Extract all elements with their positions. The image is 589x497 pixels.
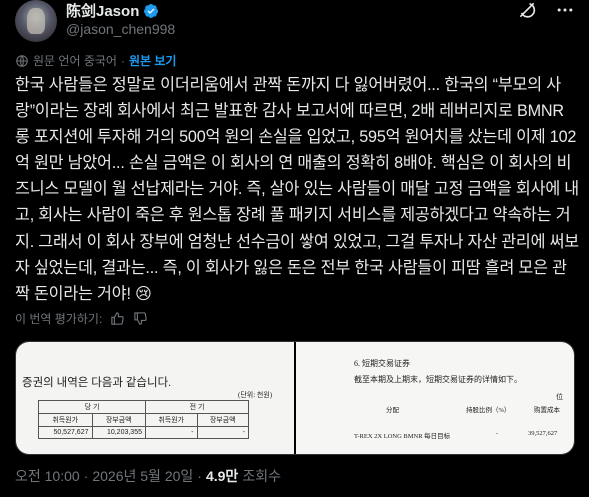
meta-separator-2: · bbox=[197, 468, 202, 484]
row-dash-2: - bbox=[196, 426, 249, 439]
sub-cost-1: 취득원가 bbox=[38, 413, 93, 427]
doc-table: 당 기 전 기 취득원가 장부금액 취득원가 장부금액 50,527,627 1… bbox=[38, 400, 249, 439]
doc-cn-col-cost: 购置成本 bbox=[534, 407, 560, 414]
translation-source-label: 원문 언어 중국어 bbox=[33, 54, 117, 68]
doc-cn-row-value: 39,527,627 bbox=[528, 430, 558, 437]
doc-cn-col-ratio: 持股比例（%） bbox=[466, 407, 511, 414]
col-prior: 전 기 bbox=[145, 400, 249, 414]
doc-cn-row-dash: - bbox=[496, 430, 499, 437]
header-actions bbox=[517, 0, 575, 20]
row-dash-1: - bbox=[145, 426, 198, 439]
translation-separator: · bbox=[120, 53, 125, 68]
view-count-label: 조회수 bbox=[242, 468, 281, 484]
globe-icon bbox=[16, 54, 28, 67]
grok-icon[interactable] bbox=[517, 0, 537, 20]
doc-cn-row-name: T-REX 2X LONG BMNR 每日目标 bbox=[354, 433, 451, 440]
post-meta: 오전 10:00 · 2026년 5월 20일 · 4.9만 조회수 bbox=[15, 466, 281, 486]
col-current: 당 기 bbox=[38, 400, 146, 414]
doc-heading: 증권의 내역은 다음과 같습니다. bbox=[22, 377, 172, 389]
sub-cost-2: 취득원가 bbox=[145, 413, 198, 427]
author-name-row[interactable]: 陈剑Jason bbox=[66, 0, 159, 21]
audit-report-image-korean[interactable]: 증권의 내역은 다음과 같습니다. (단위: 천원) 당 기 전 기 취득원가 … bbox=[16, 342, 296, 454]
avatar[interactable] bbox=[15, 0, 57, 42]
view-count: 4.9만 bbox=[205, 468, 239, 484]
doc-cn-subtitle: 截至本期及上期末，短期交易证券的详情如下。 bbox=[354, 375, 522, 384]
rate-translation: 이 번역 평가하기: bbox=[15, 310, 148, 327]
thumbs-down-icon[interactable] bbox=[133, 311, 148, 326]
more-options-icon[interactable] bbox=[555, 0, 575, 20]
thumbs-up-icon[interactable] bbox=[110, 311, 125, 326]
sub-book-1: 장부금액 bbox=[91, 413, 146, 427]
doc-cn-col-type: 分配 bbox=[386, 407, 399, 414]
meta-separator: · bbox=[83, 468, 89, 484]
author-handle[interactable]: @jason_chen998 bbox=[66, 21, 175, 37]
author-name[interactable]: 陈剑Jason bbox=[66, 0, 139, 21]
post-text: 한국 사람들은 정말로 이더리움에서 관짝 돈까지 다 잃어버렸어... 한국의… bbox=[15, 76, 580, 303]
post-time[interactable]: 오전 10:00 bbox=[15, 466, 80, 486]
post-date[interactable]: 2026년 5월 20일 bbox=[92, 466, 193, 486]
translation-notice: 원문 언어 중국어 · 원본 보기 bbox=[15, 52, 176, 69]
show-original-link[interactable]: 원본 보기 bbox=[129, 52, 177, 69]
doc-cn-title: 6. 短期交易证券 bbox=[354, 359, 410, 368]
verified-badge-icon bbox=[144, 3, 159, 18]
doc-unit: (단위: 천원) bbox=[238, 391, 273, 399]
audit-report-image-chinese[interactable]: 6. 短期交易证券 截至本期及上期末，短期交易证券的详情如下。 位 分配 持股比… bbox=[296, 342, 574, 454]
media-attachments[interactable]: 증권의 내역은 다음과 같습니다. (단위: 천원) 당 기 전 기 취득원가 … bbox=[15, 341, 575, 455]
doc-cn-unit: 位 bbox=[556, 393, 563, 401]
sub-book-2: 장부금액 bbox=[196, 413, 249, 427]
row-cost: 50,527,627 bbox=[38, 426, 93, 439]
rate-translation-label: 이 번역 평가하기: bbox=[15, 312, 103, 326]
row-book: 10,203,355 bbox=[91, 426, 146, 439]
